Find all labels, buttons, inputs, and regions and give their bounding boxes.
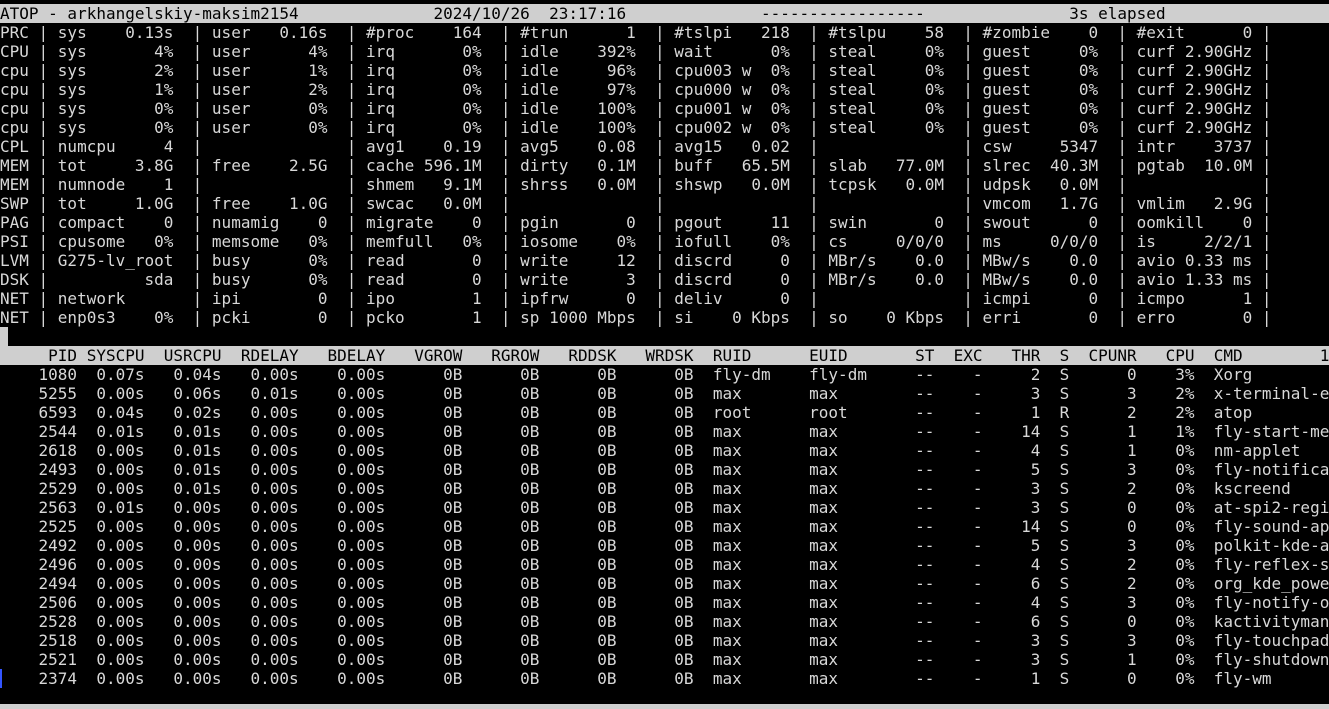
process-row[interactable]: 2544 0.01s 0.01s 0.00s 0.00s 0B 0B 0B 0B… — [0, 422, 1329, 441]
process-row[interactable]: 2518 0.00s 0.00s 0.00s 0.00s 0B 0B 0B 0B… — [0, 631, 1329, 650]
stat-line-cpl: CPL | numcpu 4 | | avg1 0.19 | avg5 0.08… — [0, 137, 1272, 156]
process-row[interactable]: 2528 0.00s 0.00s 0.00s 0.00s 0B 0B 0B 0B… — [0, 612, 1329, 631]
process-row[interactable]: 2493 0.00s 0.01s 0.00s 0.00s 0B 0B 0B 0B… — [0, 460, 1329, 479]
process-row[interactable]: 2492 0.00s 0.00s 0.00s 0.00s 0B 0B 0B 0B… — [0, 536, 1329, 555]
system-stats-panel: PRC | sys 0.13s | user 0.16s | #proc 164… — [0, 23, 1329, 327]
process-row[interactable]: 2563 0.01s 0.00s 0.00s 0.00s 0B 0B 0B 0B… — [0, 498, 1329, 517]
terminal-cursor — [0, 327, 8, 346]
atop-header-bar: ATOP - arkhangelskiy-maksim2154 2024/10/… — [0, 4, 1329, 23]
stat-line-net-enp0s3: NET | enp0s3 0% | pcki 0 | pcko 1 | sp 1… — [0, 308, 1272, 327]
process-row[interactable]: 2529 0.00s 0.01s 0.00s 0.00s 0B 0B 0B 0B… — [0, 479, 1329, 498]
stat-line-prc: PRC | sys 0.13s | user 0.16s | #proc 164… — [0, 23, 1272, 42]
process-row[interactable]: 2525 0.00s 0.00s 0.00s 0.00s 0B 0B 0B 0B… — [0, 517, 1329, 536]
stat-line-mem-numa: MEM | numnode 1 | | shmem 9.1M | shrss 0… — [0, 175, 1272, 194]
process-column-header: PID SYSCPU USRCPU RDELAY BDELAY VGROW RG… — [0, 346, 1329, 365]
stat-line-cpu-total: CPU | sys 4% | user 4% | irq 0% | idle 3… — [0, 42, 1272, 61]
process-row[interactable]: 6593 0.04s 0.02s 0.00s 0.00s 0B 0B 0B 0B… — [0, 403, 1329, 422]
process-row[interactable]: 2618 0.00s 0.01s 0.00s 0.00s 0B 0B 0B 0B… — [0, 441, 1329, 460]
stat-line-dsk: DSK | sda | busy 0% | read 0 | write 3 |… — [0, 270, 1272, 289]
stat-line-pag: PAG | compact 0 | numamig 0 | migrate 0 … — [0, 213, 1272, 232]
stat-line-mem: MEM | tot 3.8G | free 2.5G | cache 596.1… — [0, 156, 1272, 175]
process-row[interactable]: 2494 0.00s 0.00s 0.00s 0.00s 0B 0B 0B 0B… — [0, 574, 1329, 593]
process-row[interactable]: 2521 0.00s 0.00s 0.00s 0.00s 0B 0B 0B 0B… — [0, 650, 1329, 669]
process-row[interactable]: 2506 0.00s 0.00s 0.00s 0.00s 0B 0B 0B 0B… — [0, 593, 1329, 612]
stat-line-cpu1: cpu | sys 0% | user 0% | irq 0% | idle 1… — [0, 99, 1272, 118]
process-list[interactable]: 1080 0.07s 0.04s 0.00s 0.00s 0B 0B 0B 0B… — [0, 365, 1329, 688]
stat-line-lvm: LVM | G275-lv_root | busy 0% | read 0 | … — [0, 251, 1272, 270]
process-row[interactable]: 5255 0.00s 0.06s 0.01s 0.00s 0B 0B 0B 0B… — [0, 384, 1329, 403]
stat-line-cpu3: cpu | sys 2% | user 1% | irq 0% | idle 9… — [0, 61, 1272, 80]
stat-line-net-network: NET | network | ipi 0 | ipo 1 | ipfrw 0 … — [0, 289, 1272, 308]
stat-line-cpu0: cpu | sys 1% | user 2% | irq 0% | idle 9… — [0, 80, 1272, 99]
atop-terminal[interactable]: ATOP - arkhangelskiy-maksim2154 2024/10/… — [0, 4, 1329, 688]
process-row[interactable]: 1080 0.07s 0.04s 0.00s 0.00s 0B 0B 0B 0B… — [0, 365, 1329, 384]
stat-line-cpu2: cpu | sys 0% | user 0% | irq 0% | idle 1… — [0, 118, 1272, 137]
process-row[interactable]: 2374 0.00s 0.00s 0.00s 0.00s 0B 0B 0B 0B… — [0, 669, 1329, 688]
terminal-bottom-bar — [0, 704, 1329, 709]
stat-line-psi: PSI | cpusome 0% | memsome 0% | memfull … — [0, 232, 1272, 251]
side-marker — [0, 669, 2, 688]
process-row[interactable]: 2496 0.00s 0.00s 0.00s 0.00s 0B 0B 0B 0B… — [0, 555, 1329, 574]
stat-line-swp: SWP | tot 1.0G | free 1.0G | swcac 0.0M … — [0, 194, 1272, 213]
